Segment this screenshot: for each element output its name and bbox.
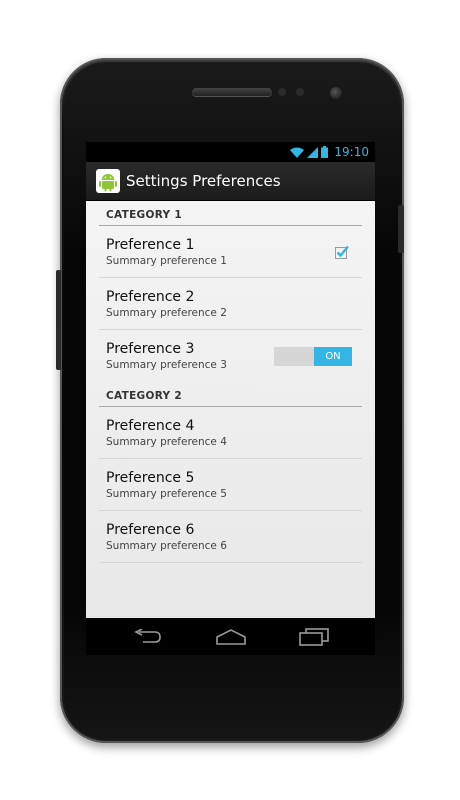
recent-apps-icon [298, 628, 329, 646]
preference-summary: Summary preference 3 [106, 359, 227, 371]
android-icon[interactable] [96, 169, 120, 193]
preference-title: Preference 4 [106, 417, 195, 434]
back-icon [133, 629, 161, 643]
preference-title: Preference 3 [106, 341, 195, 357]
recent-apps-button[interactable] [296, 626, 332, 648]
preference-summary: Summary preference 1 [106, 254, 227, 267]
home-icon [215, 629, 246, 645]
preference-list: CATEGORY 1 Preference 1 Summary preferen… [86, 201, 375, 618]
battery-icon [321, 146, 329, 158]
screen: 19:10 Settings Preferences CATEGORY 1 Pr… [86, 142, 375, 655]
preference-item-5[interactable]: Preference 5 Summary preference 5 [99, 459, 362, 511]
preference-title: Preference 6 [106, 521, 195, 538]
preference-title: Preference 2 [106, 288, 195, 305]
back-button[interactable] [130, 626, 166, 648]
preference-summary: Summary preference 2 [106, 306, 227, 319]
preference-item-1[interactable]: Preference 1 Summary preference 1 [99, 226, 362, 278]
switch-thumb-on: ON [314, 346, 352, 366]
sensor-dot [278, 88, 286, 96]
preference-summary: Summary preference 5 [106, 487, 227, 500]
category-header: CATEGORY 1 [99, 201, 362, 226]
page-title: Settings Preferences [126, 172, 281, 190]
preference-title: Preference 1 [106, 236, 195, 253]
preference-item-2[interactable]: Preference 2 Summary preference 2 [99, 278, 362, 330]
volume-button [398, 205, 404, 253]
preference-item-3[interactable]: Preference 3 Summary preference 3 ON [99, 330, 362, 382]
category-header: CATEGORY 2 [99, 382, 362, 407]
checkbox[interactable] [335, 245, 349, 259]
navigation-bar [86, 618, 375, 655]
status-time: 19:10 [334, 145, 369, 159]
sensor-dot [296, 88, 304, 96]
preference-item-4[interactable]: Preference 4 Summary preference 4 [99, 407, 362, 459]
signal-icon [307, 146, 319, 158]
switch-toggle[interactable]: ON [274, 346, 352, 366]
wifi-icon [290, 147, 305, 158]
switch-track [274, 347, 314, 366]
home-button[interactable] [213, 626, 249, 648]
power-button [56, 270, 61, 370]
action-bar: Settings Preferences [86, 162, 375, 201]
earpiece-speaker [192, 88, 272, 96]
status-bar: 19:10 [86, 142, 375, 162]
preference-summary: Summary preference 4 [106, 435, 227, 448]
preference-title: Preference 5 [106, 469, 195, 486]
preference-summary: Summary preference 6 [106, 539, 227, 552]
preference-item-6[interactable]: Preference 6 Summary preference 6 [99, 511, 362, 563]
front-camera [330, 87, 342, 99]
